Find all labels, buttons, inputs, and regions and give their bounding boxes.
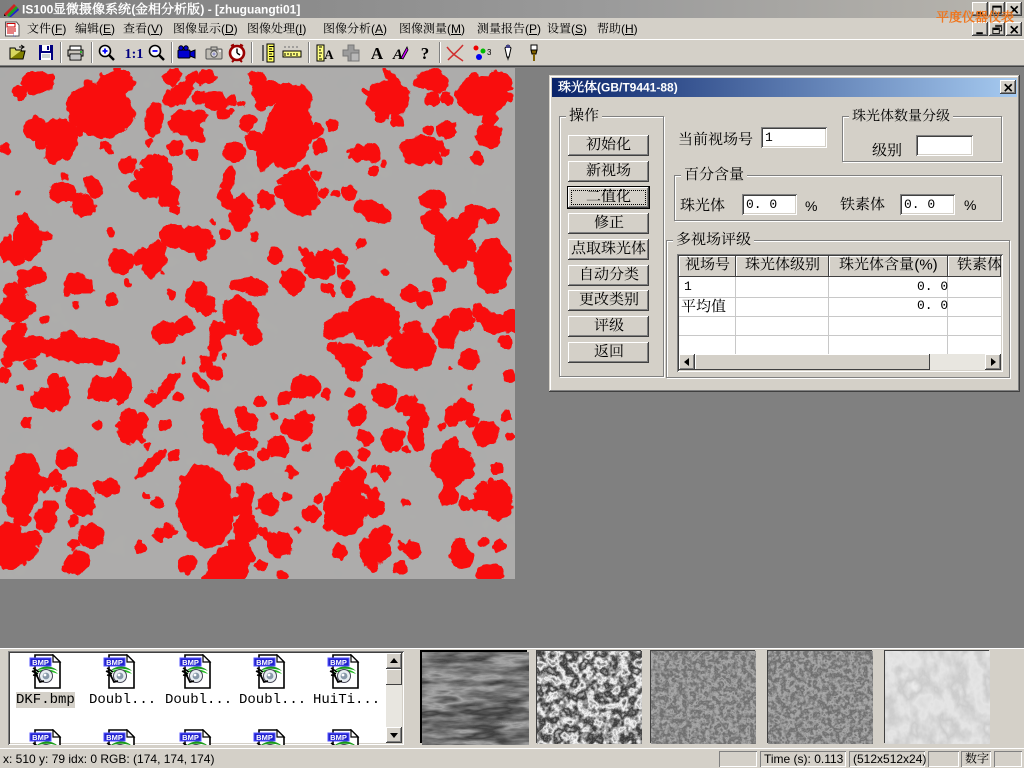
svg-text:BMP: BMP: [330, 733, 347, 742]
svg-text:BMP: BMP: [32, 733, 49, 742]
svg-text:A: A: [371, 44, 384, 63]
svg-text:BMP: BMP: [182, 733, 199, 742]
svg-text:A: A: [324, 47, 334, 62]
svg-text:BMP: BMP: [106, 658, 123, 667]
svg-text:BMP: BMP: [32, 658, 49, 667]
svg-text:3: 3: [487, 48, 491, 57]
svg-text:BMP: BMP: [256, 658, 273, 667]
svg-text:A: A: [392, 47, 403, 63]
svg-text:BMP: BMP: [182, 658, 199, 667]
svg-text:BMP: BMP: [106, 733, 123, 742]
svg-text:1:1: 1:1: [125, 47, 144, 62]
svg-text:BMP: BMP: [330, 658, 347, 667]
svg-text:?: ?: [421, 44, 430, 63]
svg-text:BMP: BMP: [256, 733, 273, 742]
